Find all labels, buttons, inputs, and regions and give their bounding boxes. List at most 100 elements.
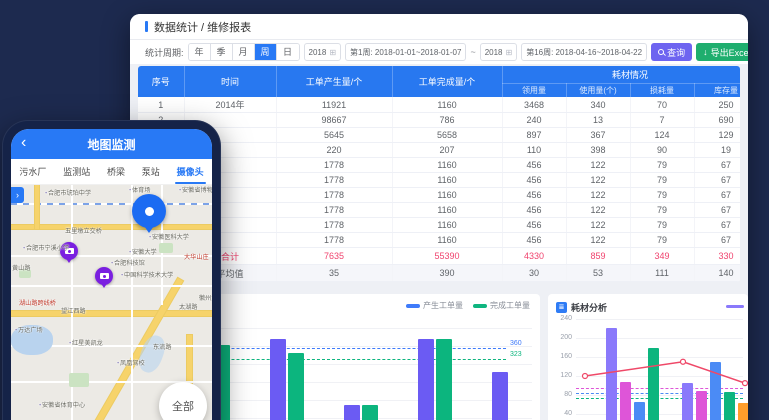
average-row: 平均值353903053111140	[138, 265, 740, 282]
column-header: 工单完成量/个	[392, 66, 502, 97]
bar	[492, 372, 508, 420]
table-row[interactable]: 6177811604561227967	[138, 173, 740, 188]
page: 数据统计 / 维修报表 统计周期: 年季月周日 2018 ⊞ 第1周: 2018…	[0, 0, 769, 420]
phone-page-title: 地图监测	[87, 136, 135, 153]
export-excel-button[interactable]: ↓ 导出Excel	[696, 43, 748, 61]
table-cell: 5658	[392, 128, 502, 143]
phone-overlay: ‹ 地图监测 污水厂监测站桥梁泵站摄像头	[2, 120, 221, 420]
table-cell: 55390	[392, 248, 502, 265]
table-cell: 4330	[502, 248, 566, 265]
y-axis-tick: 200	[550, 334, 572, 341]
table-cell: 67	[694, 173, 740, 188]
map-poi-label: 安徽大学	[129, 248, 157, 257]
table-cell: 340	[566, 97, 630, 113]
bar	[606, 328, 617, 420]
period-option[interactable]: 季	[211, 44, 233, 60]
legend-label: 产生工单量	[423, 300, 463, 311]
table-row[interactable]: 7177811604561227967	[138, 188, 740, 203]
start-week-input[interactable]: 第1周: 2018-01-01~2018-01-07	[345, 43, 466, 61]
chart-card-header: ≣ 耗材分析	[556, 301, 607, 314]
legend-mark	[726, 305, 744, 308]
end-week-input[interactable]: 第16周: 2018-04-16~2018-04-22	[521, 43, 647, 61]
road	[11, 285, 212, 287]
bar	[696, 391, 707, 420]
export-button-label: 导出Excel	[711, 46, 748, 59]
park	[69, 373, 89, 387]
table-cell: 456	[502, 173, 566, 188]
phone-tab[interactable]: 污水厂	[17, 159, 48, 184]
table-row[interactable]: 8177811604561227967	[138, 203, 740, 218]
table-cell: 122	[566, 203, 630, 218]
table-cell: 122	[566, 173, 630, 188]
table-cell: 456	[502, 203, 566, 218]
phone-tab[interactable]: 摄像头	[175, 159, 206, 184]
map-poi-label: 中国科学技术大学	[121, 271, 173, 280]
table-row[interactable]: 10177811604561227967	[138, 233, 740, 248]
table-row[interactable]: 298667786240137690	[138, 113, 740, 128]
table-row[interactable]: 5177811604561227967	[138, 158, 740, 173]
end-year-select[interactable]: 2018 ⊞	[480, 43, 518, 61]
table-row[interactable]: 9177811604561227967	[138, 218, 740, 233]
report-table: 序号时间工单产生量/个工单完成量/个耗材情况领用量使用量(个)损耗量库存量120…	[138, 66, 740, 282]
table-cell: 1778	[276, 218, 392, 233]
back-chevron-icon[interactable]: ‹	[21, 133, 26, 153]
map-view[interactable]: › 全部 合肥市琥珀中学体育场安徽省博物馆五里墩立交桥合肥市宁溪小学安徽医科大学…	[11, 185, 212, 420]
table-cell: 456	[502, 158, 566, 173]
y-axis-tick: 160	[550, 353, 572, 360]
table-row[interactable]: 42202071103989019	[138, 143, 740, 158]
camera-marker-icon[interactable]	[95, 267, 113, 285]
table-cell: 859	[566, 248, 630, 265]
period-option[interactable]: 年	[189, 44, 211, 60]
bar	[710, 362, 721, 420]
table-cell: 690	[694, 113, 740, 128]
table-row[interactable]: 12014年119211160346834070250	[138, 97, 740, 113]
table-cell: 122	[566, 188, 630, 203]
period-option[interactable]: 日	[277, 44, 299, 60]
road	[35, 185, 39, 229]
end-week-value: 第16周: 2018-04-16~2018-04-22	[526, 47, 642, 58]
table-cell: 1160	[392, 203, 502, 218]
table-cell: 456	[502, 233, 566, 248]
table-cell: 79	[630, 188, 694, 203]
table-cell: 786	[392, 113, 502, 128]
map-poi-label: 安徽省博物馆	[179, 186, 212, 195]
river	[135, 332, 169, 375]
reference-label: 323	[510, 351, 536, 358]
report-table-wrapper[interactable]: 序号时间工单产生量/个工单完成量/个耗材情况领用量使用量(个)损耗量库存量120…	[138, 66, 740, 282]
period-segmented-control[interactable]: 年季月周日	[188, 43, 300, 61]
phone-header: ‹ 地图监测	[11, 129, 212, 159]
road	[11, 225, 212, 229]
calendar-icon: ⊞	[329, 48, 336, 57]
selected-camera-map-pin-icon[interactable]	[132, 194, 166, 228]
chart-legend: 产生工单量完成工单量	[406, 300, 530, 311]
bar	[682, 383, 693, 420]
start-year-select[interactable]: 2018 ⊞	[304, 43, 342, 61]
bar	[362, 405, 378, 420]
y-axis-tick: 80	[550, 391, 572, 398]
filter-label: 统计周期:	[145, 46, 184, 59]
period-option[interactable]: 月	[233, 44, 255, 60]
table-cell: 240	[502, 113, 566, 128]
table-row[interactable]: 356455658897367124129	[138, 128, 740, 143]
map-poi-label: 望江西路	[61, 307, 86, 316]
table-cell: 1778	[276, 203, 392, 218]
camera-lens	[100, 273, 109, 279]
phone-tab[interactable]: 监测站	[61, 159, 92, 184]
map-poi-label: 太湖路	[179, 303, 197, 312]
bar	[620, 382, 631, 420]
map-poi-label: 五里墩立交桥	[65, 227, 102, 236]
map-poi-label: 体育场	[129, 186, 150, 195]
phone-tab[interactable]: 泵站	[140, 159, 162, 184]
bar	[436, 339, 452, 420]
show-all-button[interactable]: 全部	[159, 382, 207, 420]
period-option[interactable]: 周	[255, 44, 277, 60]
table-cell: 5645	[276, 128, 392, 143]
phone-tab[interactable]: 桥梁	[105, 159, 127, 184]
panel-expander-button[interactable]: ›	[11, 187, 24, 203]
table-cell: 79	[630, 218, 694, 233]
group-header: 耗材情况	[502, 66, 740, 83]
query-button[interactable]: 查询	[651, 43, 692, 61]
table-cell: 122	[566, 158, 630, 173]
filter-bar: 统计周期: 年季月周日 2018 ⊞ 第1周: 2018-01-01~2018-…	[130, 40, 748, 64]
total-row: 合计7635553904330859349330	[138, 248, 740, 265]
